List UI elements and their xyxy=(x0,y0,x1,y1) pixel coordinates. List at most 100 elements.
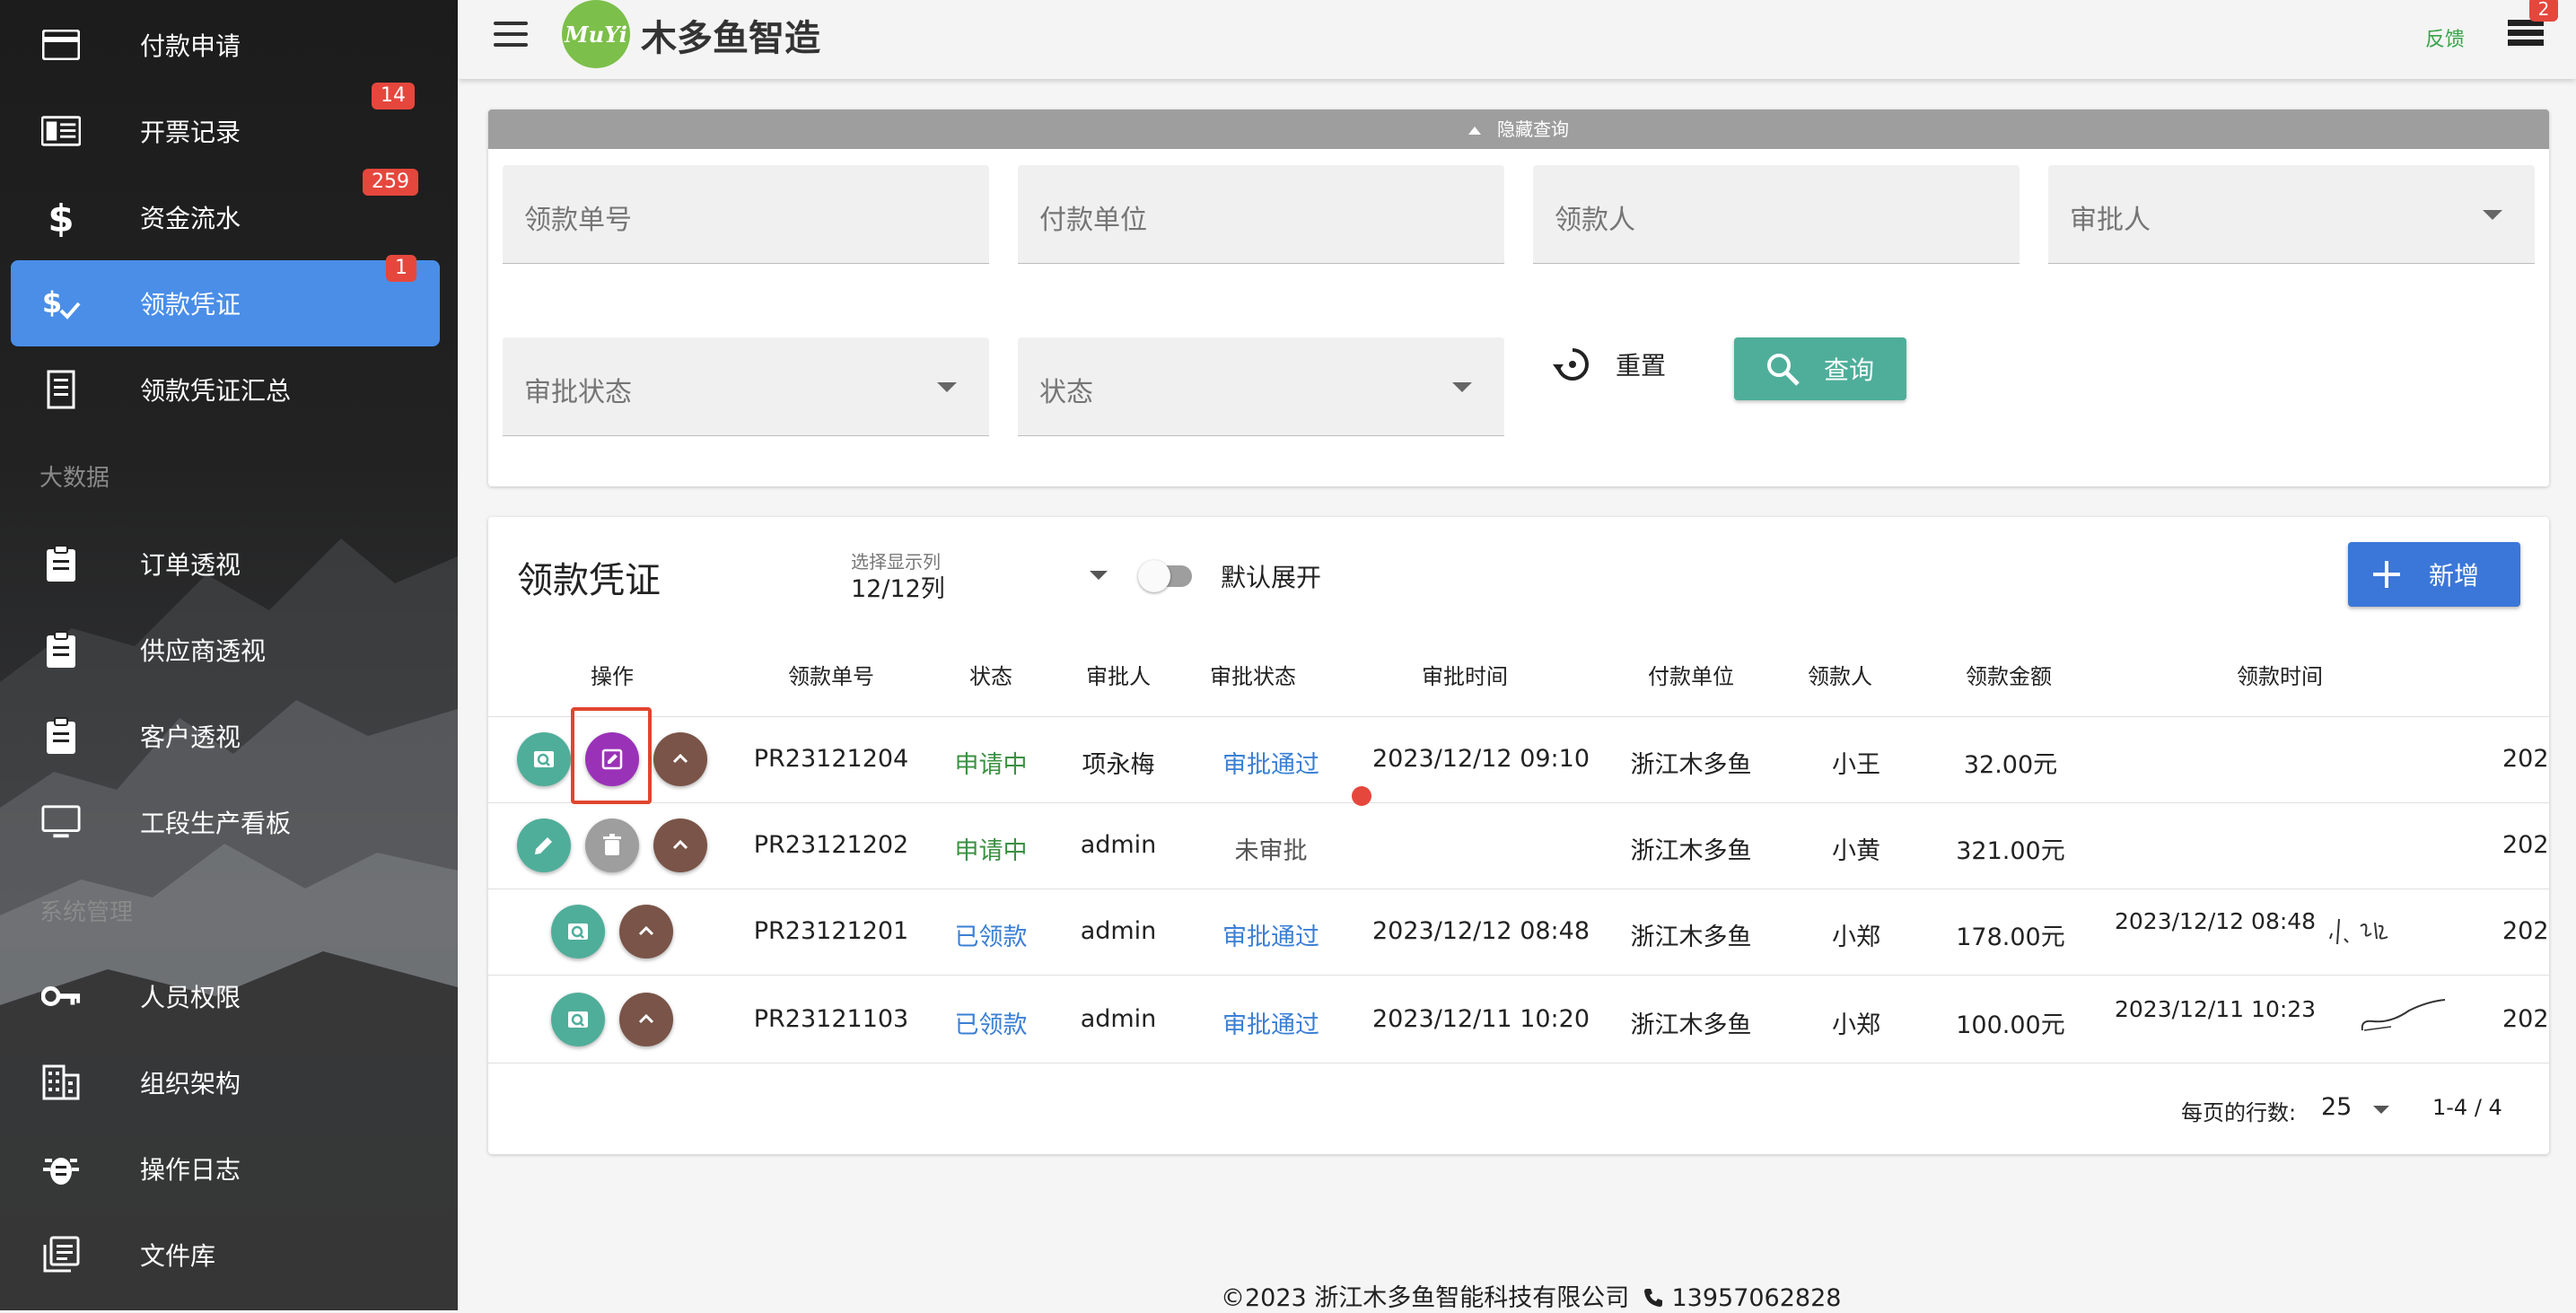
cell-payee: 小郑 xyxy=(1832,1011,1880,1039)
cell-no: PR23121204 xyxy=(753,745,909,773)
view-button[interactable] xyxy=(551,905,605,958)
delete-button[interactable] xyxy=(585,818,639,872)
sidebar-item-customer-insight[interactable]: 客户透视 xyxy=(11,693,440,779)
rows-per-page-select[interactable]: 25 xyxy=(2321,1093,2352,1121)
header-payer[interactable]: 付款单位 xyxy=(1648,659,1734,690)
cell-payee: 小黄 xyxy=(1832,837,1880,865)
cell-receive-time: 2023/12/11 10:23 xyxy=(2115,996,2317,1022)
cell-approval[interactable]: 审批通过 xyxy=(1222,745,1319,780)
chevron-down-icon[interactable] xyxy=(2373,1106,2389,1114)
cell-payee: 小郑 xyxy=(1832,923,1880,951)
header-status[interactable]: 状态 xyxy=(969,659,1012,690)
approval-status-label: 审批状态 xyxy=(524,377,632,408)
expand-button[interactable] xyxy=(619,905,673,958)
expand-button[interactable] xyxy=(653,732,707,786)
key-icon xyxy=(41,976,81,1016)
header-approver[interactable]: 审批人 xyxy=(1086,659,1151,690)
header-receive-time[interactable]: 领款时间 xyxy=(2237,659,2323,690)
chevron-down-icon xyxy=(1452,382,1472,392)
default-expand-toggle[interactable] xyxy=(1138,560,1194,592)
sidebar-item-supplier-insight[interactable]: 供应商透视 xyxy=(11,607,440,693)
payer-input[interactable]: 付款单位 xyxy=(1018,165,1504,264)
add-button[interactable]: 新增 xyxy=(2348,542,2520,607)
approval-status-select[interactable]: 审批状态 xyxy=(503,337,989,436)
view-button[interactable] xyxy=(517,732,571,786)
section-system: 系统管理 xyxy=(39,899,134,926)
cell-amount: 178.00元 xyxy=(1956,923,2065,951)
pagination-range: 1-4 / 4 xyxy=(2432,1095,2502,1120)
hide-query-toggle[interactable]: 隐藏查询 xyxy=(488,109,2549,149)
view-button[interactable] xyxy=(551,993,605,1046)
expand-button[interactable] xyxy=(653,818,707,872)
header-no[interactable]: 领款单号 xyxy=(788,659,874,690)
cell-payer: 浙江木多鱼 xyxy=(1630,751,1752,779)
header-approval[interactable]: 审批状态 xyxy=(1210,659,1296,690)
reset-label: 重置 xyxy=(1616,351,1667,381)
reset-button[interactable]: 重置 xyxy=(1553,337,1666,391)
cell-status: 已领款 xyxy=(954,1011,1028,1039)
cell-approval-time: 2023/12/11 10:20 xyxy=(1371,1005,1590,1033)
section-bigdata: 大数据 xyxy=(39,465,110,492)
credit-card-icon xyxy=(41,25,81,65)
query-label: 查询 xyxy=(1824,355,1875,385)
sidebar-item-label: 付款申请 xyxy=(140,31,241,61)
cell-approval[interactable]: 审批通过 xyxy=(1222,917,1319,952)
sidebar-item-label: 组织架构 xyxy=(140,1069,241,1099)
row-divider xyxy=(488,888,2549,889)
receipt-icon xyxy=(41,370,81,409)
cell-approval[interactable]: 审批通过 xyxy=(1222,1005,1319,1040)
sidebar-item-payment-request[interactable]: 付款申请 xyxy=(11,2,440,88)
sidebar-item-production-board[interactable]: 工段生产看板 xyxy=(11,779,440,865)
svg-text:$: $ xyxy=(42,285,62,319)
search-doc-icon xyxy=(568,1011,588,1028)
signature-image xyxy=(2361,999,2446,1031)
chevron-down-icon[interactable] xyxy=(1090,571,1108,580)
chevron-up-icon xyxy=(672,839,688,850)
order-no-input[interactable]: 领款单号 xyxy=(503,165,989,264)
expand-button[interactable] xyxy=(619,993,673,1046)
menu-icon[interactable] xyxy=(494,22,530,50)
cell-no: PR23121201 xyxy=(753,917,909,945)
list-icon[interactable] xyxy=(2508,20,2544,52)
invoice-icon xyxy=(41,111,81,151)
cell-extra: 2023 xyxy=(2502,917,2549,945)
cash-flow-count-badge: 259 xyxy=(363,169,418,196)
sidebar-item-file-library[interactable]: 文件库 xyxy=(11,1212,440,1298)
highlight-box xyxy=(571,707,652,804)
sidebar-item-organization[interactable]: 组织架构 xyxy=(11,1039,440,1125)
chevron-down-icon xyxy=(937,382,957,392)
sidebar-item-label: 供应商透视 xyxy=(140,636,267,666)
sidebar-item-label: 开票记录 xyxy=(140,118,241,147)
payee-input[interactable]: 领款人 xyxy=(1533,165,2020,264)
sidebar-item-payment-voucher[interactable]: $ 领款凭证 xyxy=(11,260,440,346)
edit-button[interactable] xyxy=(517,818,571,872)
sidebar-item-permissions[interactable]: 人员权限 xyxy=(11,953,440,1039)
brand-name: 木多鱼智造 xyxy=(641,18,820,59)
chevron-up-icon xyxy=(638,1013,654,1024)
plus-icon xyxy=(2373,561,2400,588)
voucher-count-badge: 1 xyxy=(386,255,416,282)
approver-select[interactable]: 审批人 xyxy=(2048,165,2535,264)
feedback-link[interactable]: 反馈 xyxy=(2425,23,2465,52)
pencil-icon xyxy=(535,837,552,854)
column-select[interactable]: 12/12列 xyxy=(851,569,945,604)
sidebar: 付款申请 开票记录 14 $ 资金流水 259 $ 领款凭证 1 领款凭证汇总 … xyxy=(0,0,458,1310)
clipboard-icon xyxy=(41,544,81,583)
cell-status: 申请中 xyxy=(954,751,1028,779)
table-title: 领款凭证 xyxy=(517,560,661,601)
query-button[interactable]: 查询 xyxy=(1734,337,1906,400)
cell-extra: 2023 xyxy=(2502,831,2549,859)
status-select[interactable]: 状态 xyxy=(1018,337,1504,436)
sidebar-item-order-insight[interactable]: 订单透视 xyxy=(11,521,440,607)
library-icon xyxy=(41,1235,81,1274)
sidebar-item-label: 领款凭证 xyxy=(140,290,241,319)
header-approval-time[interactable]: 审批时间 xyxy=(1422,659,1508,690)
header-amount[interactable]: 领款金额 xyxy=(1966,659,2052,690)
header-payee[interactable]: 领款人 xyxy=(1808,659,1872,690)
footer: ©2023 浙江木多鱼智能科技有限公司 13957062828 xyxy=(1221,1278,1841,1313)
row-divider xyxy=(488,1063,2549,1064)
svg-text:$: $ xyxy=(48,197,74,237)
sidebar-item-voucher-summary[interactable]: 领款凭证汇总 xyxy=(11,346,440,433)
sidebar-item-operation-log[interactable]: 操作日志 xyxy=(11,1125,440,1212)
notification-badge: 2 xyxy=(2529,0,2558,22)
